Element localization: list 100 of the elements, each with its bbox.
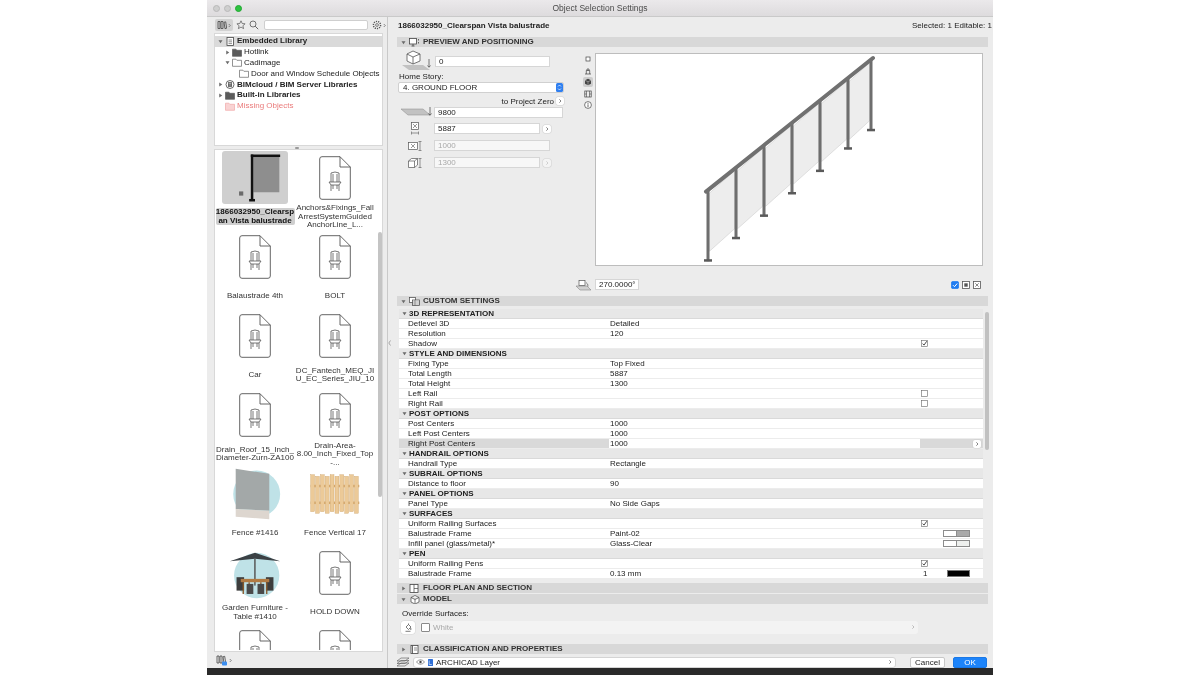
library-item[interactable]: BOLT <box>295 230 375 310</box>
parameter-value: 1300 <box>610 379 629 388</box>
checkbox[interactable] <box>921 340 928 347</box>
material-preview-icon[interactable] <box>943 530 957 537</box>
group-header[interactable]: HANDRAIL OPTIONS <box>399 449 983 459</box>
disclosure-icon[interactable] <box>402 551 407 556</box>
disclosure-icon[interactable] <box>401 298 406 304</box>
checkbox[interactable] <box>921 390 928 397</box>
parameter-row[interactable]: Detlevel 3D Detailed <box>399 319 983 329</box>
section-header[interactable]: CUSTOM SETTINGS <box>397 296 988 306</box>
view-mode-button[interactable] <box>583 100 593 110</box>
tree-item[interactable]: Cadimage <box>215 57 382 69</box>
checkbox[interactable] <box>921 560 928 567</box>
parameter-row[interactable]: Uniform Railing Surfaces <box>399 519 983 529</box>
parameter-row[interactable]: Total Length 5887 <box>399 369 983 379</box>
splitter-handle-icon[interactable] <box>295 146 299 149</box>
group-header[interactable]: 3D REPRESENTATION <box>399 309 983 319</box>
library-item[interactable]: Garden Furniture - Table #1410 <box>215 546 295 627</box>
disclosure-icon[interactable] <box>401 585 406 591</box>
cross-frame-icon[interactable] <box>973 280 981 289</box>
value-menu-button[interactable] <box>973 439 981 448</box>
value-field[interactable]: 1000 <box>609 439 920 448</box>
view-mode-button[interactable] <box>583 88 593 99</box>
confirm-button[interactable]: OK <box>953 656 987 668</box>
checkbox[interactable] <box>951 280 959 289</box>
home-story-dropdown[interactable]: 4. GROUND FLOOR <box>398 82 564 93</box>
tree-item[interactable]: Door and Window Schedule Objects <box>215 68 382 80</box>
section-header[interactable]: FLOOR PLAN AND SECTION <box>397 583 988 593</box>
library-item[interactable]: Fence #1416 <box>215 467 295 547</box>
group-header[interactable]: SURFACES <box>399 509 983 519</box>
cancel-button[interactable]: Cancel <box>910 656 945 668</box>
search-field[interactable] <box>264 20 368 30</box>
layer-picker[interactable]: ARCHICAD Layer <box>413 656 896 668</box>
reference-menu-button[interactable] <box>556 97 564 105</box>
library-item[interactable]: Car <box>215 309 295 389</box>
reference-elevation-field[interactable]: 9800 <box>434 106 563 118</box>
color-swatch[interactable] <box>957 530 970 537</box>
view-mode-button[interactable] <box>583 65 593 76</box>
rotation-field[interactable]: 270.0000° <box>595 279 639 290</box>
disclosure-icon[interactable] <box>402 511 407 516</box>
splitter-handle-icon[interactable] <box>388 339 391 346</box>
library-menu-button[interactable] <box>215 19 233 31</box>
disclosure-icon[interactable] <box>402 491 407 496</box>
elevation-field[interactable]: 0 <box>435 55 550 67</box>
frame-icon[interactable] <box>962 280 970 289</box>
library-item[interactable]: Fence Vertical 17 <box>295 467 375 547</box>
section-header[interactable]: MODEL <box>397 594 988 604</box>
parameter-row[interactable]: Uniform Railing Pens <box>399 559 983 569</box>
parameter-row[interactable]: Resolution 120 <box>399 329 983 339</box>
search-icon[interactable] <box>249 20 259 30</box>
checkbox[interactable] <box>921 520 928 527</box>
tree-item[interactable]: Embedded Library <box>215 36 382 47</box>
disclosure-icon[interactable] <box>401 596 406 602</box>
library-item[interactable]: Drain-Area-8.00_Inch_Fixed_Top-... <box>295 388 375 468</box>
layers-icon[interactable] <box>396 657 410 667</box>
disclosure-icon[interactable] <box>218 38 223 44</box>
disclosure-icon[interactable] <box>402 411 407 416</box>
pen-swatch[interactable] <box>947 570 970 577</box>
group-header[interactable]: PANEL OPTIONS <box>399 489 983 499</box>
disclosure-icon[interactable] <box>402 311 407 316</box>
library-item[interactable]: Balaustrade 4th <box>215 230 295 310</box>
parameter-row[interactable]: Post Centers 1000 <box>399 419 983 429</box>
library-item[interactable]: Drain_Roof_15_Inch_Diameter-Zurn-ZA100 <box>215 388 295 468</box>
library-item[interactable]: DC_Fantech_MEQ_JIU_EC_Series_JIU_10 <box>295 309 375 389</box>
material-preview-icon[interactable] <box>943 540 957 547</box>
disclosure-icon[interactable] <box>402 451 407 456</box>
group-header[interactable]: SUBRAIL OPTIONS <box>399 469 983 479</box>
group-header[interactable]: STYLE AND DIMENSIONS <box>399 349 983 359</box>
parameter-row[interactable]: Balustrade Frame 0.13 mm 1 <box>399 569 983 579</box>
parameter-row[interactable]: Left Rail <box>399 389 983 399</box>
library-item[interactable]: Anchors&Fixings_FallArrestSystemGuidedAnchorLine_L... <box>295 151 375 231</box>
group-header[interactable]: POST OPTIONS <box>399 409 983 419</box>
parameter-row[interactable]: Total Height 1300 <box>399 379 983 389</box>
settings-menu-button[interactable] <box>372 20 386 30</box>
disclosure-icon[interactable] <box>402 351 407 356</box>
library-manager-button[interactable] <box>216 654 232 666</box>
section-header[interactable]: PREVIEW AND POSITIONING <box>397 37 988 47</box>
tree-item[interactable]: Hotlink <box>215 46 382 58</box>
tree-item[interactable]: Built-in Libraries <box>215 90 382 101</box>
library-item[interactable]: HOLD DOWN <box>295 546 375 627</box>
view-mode-button[interactable] <box>583 77 593 87</box>
tree-item[interactable]: BIMcloud / BIM Server Libraries <box>215 79 382 90</box>
section-header[interactable]: CLASSIFICATION AND PROPERTIES <box>397 644 988 654</box>
disclosure-icon[interactable] <box>218 82 223 88</box>
disclosure-icon[interactable] <box>402 471 407 476</box>
paint-bucket-button[interactable] <box>401 620 415 634</box>
dimension-menu-button[interactable] <box>543 124 551 133</box>
parameter-row[interactable]: Balustrade Frame Paint-02 <box>399 529 983 539</box>
dimension-field[interactable]: 5887 <box>434 123 540 134</box>
checkbox[interactable] <box>921 400 928 407</box>
parameter-row[interactable]: Fixing Type Top Fixed <box>399 359 983 369</box>
zoom-button[interactable] <box>235 4 242 12</box>
scrollbar[interactable] <box>377 232 382 497</box>
disclosure-icon[interactable] <box>401 646 406 652</box>
color-swatch[interactable] <box>957 540 970 547</box>
group-header[interactable]: PEN <box>399 549 983 559</box>
star-icon[interactable] <box>236 20 246 30</box>
parameter-row[interactable]: Right Post Centers 1000 <box>399 439 983 449</box>
disclosure-icon[interactable] <box>401 39 406 45</box>
scrollbar[interactable] <box>985 312 989 450</box>
